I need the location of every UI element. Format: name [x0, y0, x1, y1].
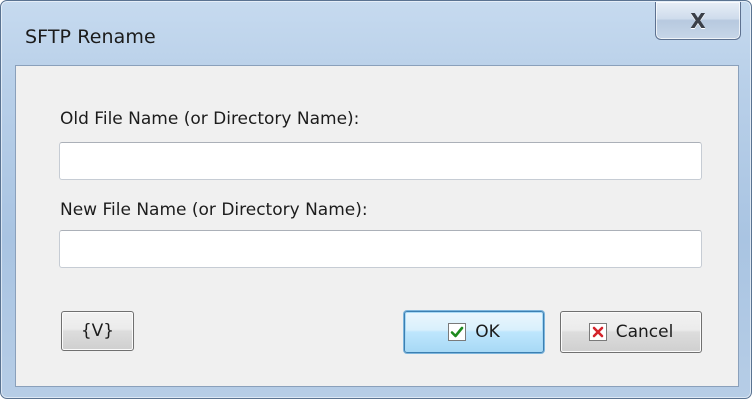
variables-button[interactable]: {V}: [61, 311, 134, 351]
x-icon: [588, 323, 607, 341]
cancel-button[interactable]: Cancel: [560, 311, 702, 353]
dialog-body: Old File Name (or Directory Name): New F…: [15, 65, 739, 387]
dialog-title: SFTP Rename: [25, 26, 156, 48]
old-name-label: Old File Name (or Directory Name):: [60, 109, 360, 129]
new-name-label: New File Name (or Directory Name):: [60, 200, 368, 220]
title-bar[interactable]: SFTP Rename X: [1, 1, 751, 65]
variables-button-label: {V}: [80, 321, 115, 341]
check-icon: [448, 323, 467, 341]
old-name-field[interactable]: [59, 142, 702, 180]
close-button[interactable]: X: [655, 2, 741, 40]
ok-button-label: OK: [475, 322, 500, 342]
ok-button[interactable]: OK: [404, 311, 544, 353]
close-icon: X: [690, 8, 706, 33]
sftp-rename-dialog: SFTP Rename X Old File Name (or Director…: [0, 0, 752, 399]
new-name-field[interactable]: [59, 230, 702, 268]
cancel-button-label: Cancel: [615, 322, 674, 342]
